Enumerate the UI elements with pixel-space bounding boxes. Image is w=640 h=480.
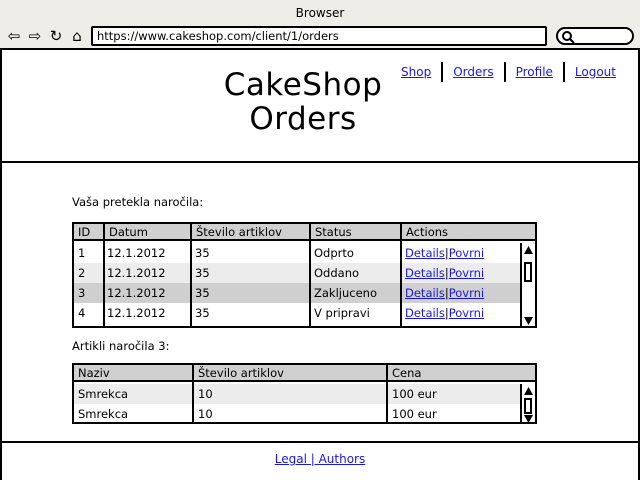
browser-search-field[interactable] <box>556 27 634 45</box>
column-divider <box>309 224 311 326</box>
table-row[interactable]: 4 12.1.2012 35 V pripravi Details|Povrni <box>74 303 522 323</box>
cell-status: Zakljuceno <box>314 286 377 300</box>
url-bar[interactable]: https://www.cakeshop.com/client/1/orders <box>91 26 547 46</box>
column-header-actions[interactable]: Actions <box>400 224 535 241</box>
return-link[interactable]: Povrni <box>449 246 484 260</box>
cell-actions: Details|Povrni <box>401 243 484 263</box>
cell-date: 12.1.2012 <box>107 246 166 260</box>
orders-table: ID Datum Število artiklov Status Actions… <box>72 222 537 328</box>
cell-count: 35 <box>195 286 210 300</box>
items-section-label: Artikli naročila 3: <box>72 339 170 353</box>
table-row[interactable]: 2 12.1.2012 35 Oddano Details|Povrni <box>74 263 522 283</box>
column-header-count[interactable]: Število artiklov <box>192 365 386 382</box>
column-header-count[interactable]: Število artiklov <box>190 224 309 241</box>
return-link[interactable]: Povrni <box>449 286 484 300</box>
cell-count: 35 <box>195 246 210 260</box>
nav-link-orders[interactable]: Orders <box>453 65 493 79</box>
scroll-up-icon[interactable] <box>523 386 534 396</box>
cell-name: Smrekca <box>78 407 129 421</box>
cell-date: 12.1.2012 <box>107 286 166 300</box>
window-title: Browser <box>0 0 640 24</box>
nav-divider <box>562 62 565 82</box>
cell-date: 12.1.2012 <box>107 306 166 320</box>
title-line-1: CakeShop <box>223 67 383 103</box>
nav-link-logout[interactable]: Logout <box>575 65 616 79</box>
column-divider <box>400 224 402 326</box>
details-link[interactable]: Details <box>405 246 445 260</box>
column-divider <box>192 365 194 422</box>
page-footer: Legal | Authors <box>0 452 640 466</box>
cell-id: 2 <box>78 266 86 280</box>
page-header: CakeShop Orders Shop Orders Profile Logo… <box>0 50 640 163</box>
scroll-thumb[interactable] <box>524 398 532 414</box>
column-header-name[interactable]: Naziv <box>74 365 192 382</box>
page-title: CakeShop Orders <box>203 68 403 136</box>
cell-count: 35 <box>195 266 210 280</box>
reload-icon[interactable]: ↻ <box>48 27 64 45</box>
cell-id: 3 <box>78 286 86 300</box>
cell-count: 35 <box>195 306 210 320</box>
details-link[interactable]: Details <box>405 266 445 280</box>
return-link[interactable]: Povrni <box>449 306 484 320</box>
cell-name: Smrekca <box>78 387 129 401</box>
cell-price: 100 eur <box>392 407 437 421</box>
column-header-price[interactable]: Cena <box>386 365 535 382</box>
column-divider <box>386 365 388 422</box>
forward-arrow-icon[interactable]: ⇨ <box>27 27 43 45</box>
table-row[interactable]: Smrekca 10 100 eur <box>74 404 522 422</box>
items-table-header: Naziv Število artiklov Cena <box>74 365 535 382</box>
column-divider <box>190 224 192 326</box>
column-divider <box>103 224 105 326</box>
cell-actions: Details|Povrni <box>401 263 484 283</box>
nav-divider <box>441 62 444 82</box>
cell-status: Oddano <box>314 266 360 280</box>
table-row[interactable]: Smrekca 10 100 eur <box>74 384 522 404</box>
nav-link-profile[interactable]: Profile <box>516 65 553 79</box>
column-header-status[interactable]: Status <box>309 224 400 241</box>
top-navigation: Shop Orders Profile Logout <box>401 62 616 82</box>
browser-toolbar: ⇦ ⇨ ↻ ⌂ https://www.cakeshop.com/client/… <box>0 24 640 50</box>
details-link[interactable]: Details <box>405 286 445 300</box>
items-table: Naziv Število artiklov Cena Smrekca 10 1… <box>72 363 537 424</box>
column-header-date[interactable]: Datum <box>103 224 190 241</box>
items-scrollbar[interactable] <box>520 384 535 424</box>
orders-section-label: Vaša pretekla naročila: <box>72 195 204 209</box>
cell-actions: Details|Povrni <box>401 283 484 303</box>
cell-actions: Details|Povrni <box>401 303 484 323</box>
return-link[interactable]: Povrni <box>449 266 484 280</box>
scroll-down-icon[interactable] <box>523 316 534 326</box>
nav-link-shop[interactable]: Shop <box>401 65 431 79</box>
cell-count: 10 <box>198 407 213 421</box>
details-link[interactable]: Details <box>405 306 445 320</box>
title-line-2: Orders <box>249 101 357 137</box>
cell-price: 100 eur <box>392 387 437 401</box>
scroll-down-icon[interactable] <box>523 414 534 424</box>
footer-links[interactable]: Legal | Authors <box>275 452 366 466</box>
cell-status: V pripravi <box>314 306 370 320</box>
nav-divider <box>503 62 506 82</box>
scroll-up-icon[interactable] <box>523 245 534 255</box>
search-icon <box>562 31 575 44</box>
home-icon[interactable]: ⌂ <box>69 27 85 45</box>
back-arrow-icon[interactable]: ⇦ <box>6 27 22 45</box>
footer-divider <box>0 441 640 443</box>
cell-count: 10 <box>198 387 213 401</box>
column-header-id[interactable]: ID <box>74 224 103 241</box>
table-row[interactable]: 1 12.1.2012 35 Odprto Details|Povrni <box>74 243 522 263</box>
table-row-selected[interactable]: 3 12.1.2012 35 Zakljuceno Details|Povrni <box>74 283 522 303</box>
cell-status: Odprto <box>314 246 354 260</box>
cell-date: 12.1.2012 <box>107 266 166 280</box>
cell-id: 1 <box>78 246 86 260</box>
cell-id: 4 <box>78 306 86 320</box>
scroll-thumb[interactable] <box>524 262 532 282</box>
orders-table-header: ID Datum Število artiklov Status Actions <box>74 224 535 241</box>
orders-scrollbar[interactable] <box>520 243 535 326</box>
